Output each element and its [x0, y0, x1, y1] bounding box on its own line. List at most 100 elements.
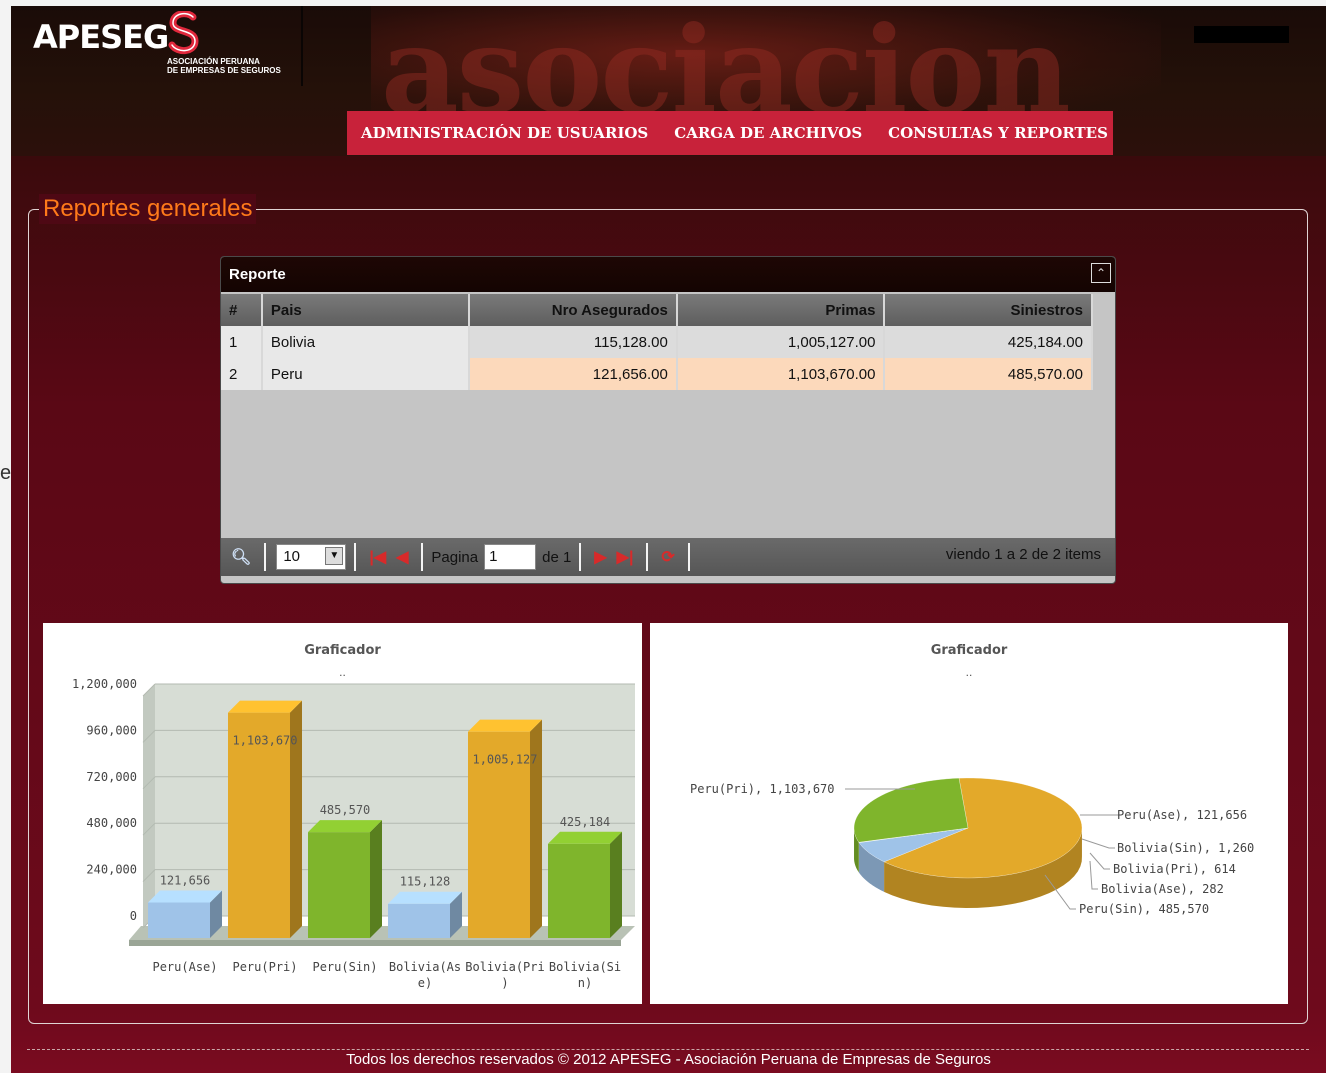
- menu-item-administracion-usuarios[interactable]: ADMINISTRACIÓN DE USUARIOS: [361, 124, 648, 142]
- report-table: # Pais Nro Asegurados Primas Siniestros …: [221, 294, 1093, 390]
- pie-label: Peru(Ase), 121,656: [1117, 808, 1247, 822]
- app-window: asociacion APESEG ASOCIACIÓN PERUANA DE …: [11, 6, 1326, 1073]
- refresh-icon[interactable]: ⟳: [661, 547, 674, 567]
- cell-asegurados: 115,128.00: [469, 326, 678, 358]
- bar-top: [468, 719, 542, 732]
- page-label: Pagina: [431, 548, 479, 566]
- pager-separator: [646, 543, 649, 571]
- cell-siniestros: 425,184.00: [884, 326, 1093, 358]
- last-page-icon[interactable]: ▶|: [617, 547, 634, 567]
- y-tick-label: 0: [130, 909, 137, 923]
- pie-chart-panel: Graficador .. Peru(Pri), 1,103,670 Peru(A…: [650, 623, 1288, 1004]
- pager-info: viendo 1 a 2 de 2 items: [945, 546, 1101, 563]
- logo-divider: [301, 6, 303, 86]
- cell-primas: 1,103,670.00: [676, 358, 886, 390]
- main-menu: ADMINISTRACIÓN DE USUARIOS CARGA DE ARCH…: [347, 111, 1113, 155]
- column-header-index[interactable]: #: [221, 294, 263, 326]
- page-of-label: de 1: [542, 548, 572, 566]
- x-tick-label: Bolivia(Pri: [465, 960, 544, 974]
- bar-value-label: 121,656: [160, 873, 211, 887]
- logo-tagline-line-2: DE EMPRESAS DE SEGUROS: [167, 66, 281, 75]
- bar-value-label: 1,005,127: [472, 753, 537, 767]
- table-row[interactable]: 1 Bolivia 115,128.00 1,005,127.00 425,18…: [221, 326, 1093, 358]
- x-tick-label: n): [578, 976, 592, 990]
- pager-separator: [264, 543, 267, 571]
- bar-side: [370, 820, 382, 938]
- logo-tagline-line-1: ASOCIACIÓN PERUANA: [167, 57, 260, 66]
- bar[interactable]: [148, 902, 210, 938]
- pie-label: Peru(Sin), 485,570: [1079, 902, 1209, 916]
- pager-separator: [687, 543, 690, 571]
- report-grid: Reporte ⌃ # Pais Nro Asegurados Primas S…: [220, 256, 1116, 584]
- first-page-icon[interactable]: |◀: [369, 547, 386, 567]
- grid-pager: 🔍︎ 10 ▼ |◀ ◀ Pagina 1 de 1 ▶ ▶| ⟳ viendo…: [221, 538, 1115, 576]
- next-page-icon[interactable]: ▶: [594, 547, 606, 567]
- bar[interactable]: [548, 843, 610, 938]
- bar-side: [610, 831, 622, 938]
- pie-chart-title: Graficador: [930, 643, 1008, 658]
- column-header-siniestros[interactable]: Siniestros: [884, 294, 1093, 326]
- pie-chart-subtitle: ..: [965, 665, 973, 679]
- bar-chart-subtitle: ..: [339, 665, 346, 679]
- column-header-asegurados[interactable]: Nro Asegurados: [469, 294, 678, 326]
- page-number-input[interactable]: 1: [484, 544, 537, 570]
- header: asociacion APESEG ASOCIACIÓN PERUANA DE …: [11, 6, 1326, 156]
- cell-index: 1: [221, 326, 263, 358]
- pie-label: Bolivia(Sin), 1,260: [1117, 841, 1254, 855]
- bar-top: [308, 820, 382, 833]
- grid-titlebar: Reporte ⌃: [221, 257, 1115, 292]
- y-tick-label: 480,000: [86, 816, 137, 830]
- cell-index: 2: [221, 358, 263, 390]
- bar-chart-panel: Graficador .. 0 240,000 480,000 720,000 960,…: [43, 623, 642, 1004]
- x-tick-label: ): [501, 976, 508, 990]
- bar[interactable]: [308, 832, 370, 938]
- bar-top: [148, 890, 222, 903]
- table-header-row: # Pais Nro Asegurados Primas Siniestros: [221, 294, 1093, 326]
- x-tick-label: e): [418, 976, 432, 990]
- bar-chart: 0 240,000 480,000 720,000 960,000 1,200,000 12…: [72, 677, 635, 990]
- prev-page-icon[interactable]: ◀: [396, 547, 408, 567]
- chart-side-wall: [143, 684, 155, 928]
- edge-glyph: e: [0, 462, 12, 484]
- page-size-select[interactable]: 10 ▼: [276, 544, 347, 570]
- logo-text[interactable]: APESEG: [33, 18, 169, 56]
- pager-separator: [421, 543, 424, 571]
- cell-primas: 1,005,127.00: [676, 326, 886, 358]
- y-tick-label: 1,200,000: [72, 677, 137, 691]
- page-size-value: 10: [283, 548, 300, 565]
- menu-item-carga-archivos[interactable]: CARGA DE ARCHIVOS: [674, 124, 862, 142]
- pager-separator: [579, 543, 582, 571]
- chevron-down-icon[interactable]: ▼: [325, 547, 344, 565]
- cell-pais: Bolivia: [261, 326, 471, 358]
- bar-value-label: 1,103,670: [232, 734, 297, 748]
- bar-top: [548, 831, 622, 844]
- bar-value-label: 115,128: [400, 875, 451, 889]
- collapse-icon[interactable]: ⌃: [1091, 263, 1111, 283]
- x-tick-label: Peru(Ase): [152, 960, 217, 974]
- x-tick-label: Peru(Sin): [312, 960, 377, 974]
- pie-label: Bolivia(Pri), 614: [1113, 862, 1236, 876]
- pie-leader-line: [1089, 852, 1110, 870]
- header-black-slot: [1194, 26, 1289, 43]
- table-row[interactable]: 2 Peru 121,656.00 1,103,670.00 485,570.0…: [221, 358, 1093, 390]
- column-header-pais[interactable]: Pais: [261, 294, 471, 326]
- x-tick-label: Bolivia(As: [389, 960, 461, 974]
- search-icon[interactable]: 🔍︎: [231, 547, 251, 567]
- bar-chart-title: Graficador: [304, 643, 381, 658]
- pie-leader-line: [1089, 860, 1098, 890]
- pie-label: Bolivia(Ase), 282: [1101, 882, 1224, 896]
- bar[interactable]: [388, 903, 450, 938]
- cell-pais: Peru: [261, 358, 471, 390]
- bar-value-label: 425,184: [560, 815, 611, 829]
- column-header-primas[interactable]: Primas: [676, 294, 886, 326]
- y-tick-label: 720,000: [86, 770, 137, 784]
- x-tick-label: Peru(Pri): [232, 960, 297, 974]
- pie-leader-line: [1081, 838, 1115, 849]
- bar-top: [388, 891, 462, 904]
- grid-title: Reporte: [229, 266, 286, 283]
- footer-text: Todos los derechos reservados © 2012 APE…: [346, 1051, 991, 1068]
- bar-top: [228, 700, 302, 713]
- x-tick-label: Bolivia(Si: [549, 960, 621, 974]
- bar-value-label: 485,570: [320, 803, 371, 817]
- menu-item-consultas-reportes[interactable]: CONSULTAS Y REPORTES: [888, 124, 1108, 142]
